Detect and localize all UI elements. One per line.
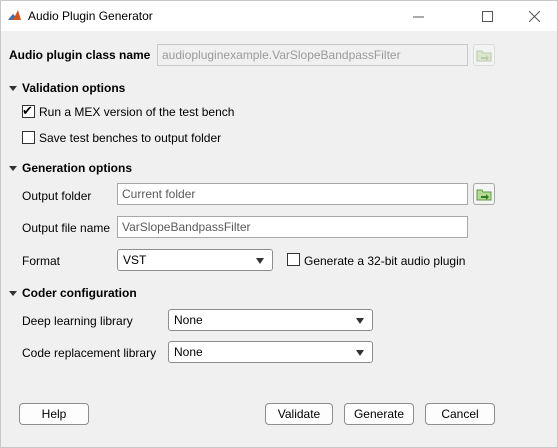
class-name-label: Audio plugin class name xyxy=(9,48,151,62)
audio-plugin-generator-window: Audio Plugin Generator Audio plugin clas… xyxy=(0,0,558,448)
save-test-bench-label[interactable]: Save test benches to output folder xyxy=(39,131,221,145)
folder-browse-icon xyxy=(476,50,492,62)
output-file-name-field[interactable]: VarSlopeBandpassFilter xyxy=(117,216,468,238)
dropdown-arrow-icon xyxy=(256,258,264,264)
format-label: Format xyxy=(22,254,61,268)
deep-learning-library-dropdown[interactable]: None xyxy=(168,309,373,331)
deep-learning-library-label: Deep learning library xyxy=(22,314,133,328)
generation-heading: Generation options xyxy=(22,161,133,175)
generation-collapse-icon[interactable] xyxy=(9,166,17,171)
title-bar: Audio Plugin Generator xyxy=(1,1,557,31)
dropdown-arrow-icon xyxy=(356,350,364,356)
output-folder-label: Output folder xyxy=(22,189,92,203)
output-folder-field[interactable]: Current folder xyxy=(117,183,468,205)
output-file-name-label: Output file name xyxy=(22,221,111,235)
folder-browse-icon xyxy=(476,189,492,201)
code-replacement-library-dropdown[interactable]: None xyxy=(168,341,373,363)
run-mex-label[interactable]: Run a MEX version of the test bench xyxy=(39,105,234,119)
close-icon xyxy=(528,10,540,22)
maximize-icon xyxy=(481,10,493,22)
matlab-logo-icon xyxy=(7,8,22,23)
validation-collapse-icon[interactable] xyxy=(9,86,17,91)
validation-heading: Validation options xyxy=(22,81,126,95)
minimize-button[interactable] xyxy=(395,1,441,31)
output-folder-browse-button[interactable] xyxy=(473,183,495,205)
checkmark-icon: ✔ xyxy=(22,103,33,118)
code-replacement-library-label: Code replacement library xyxy=(22,346,157,360)
format-dropdown-value: VST xyxy=(123,253,147,267)
minimize-icon xyxy=(412,16,424,17)
class-name-browse-button xyxy=(473,44,495,66)
run-mex-checkbox[interactable]: ✔ xyxy=(22,103,35,118)
help-button[interactable]: Help xyxy=(19,403,89,425)
window-title: Audio Plugin Generator xyxy=(28,9,153,23)
maximize-button[interactable] xyxy=(464,1,510,31)
close-button[interactable] xyxy=(511,1,557,31)
cancel-button[interactable]: Cancel xyxy=(425,403,495,425)
generate-32bit-label[interactable]: Generate a 32-bit audio plugin xyxy=(304,254,465,268)
dropdown-arrow-icon xyxy=(356,318,364,324)
coder-heading: Coder configuration xyxy=(22,286,137,300)
code-replacement-library-value: None xyxy=(174,345,203,359)
save-test-bench-checkbox[interactable] xyxy=(22,131,35,144)
coder-collapse-icon[interactable] xyxy=(9,291,17,296)
format-dropdown[interactable]: VST xyxy=(117,249,273,271)
validate-button[interactable]: Validate xyxy=(265,403,333,425)
generate-32bit-checkbox[interactable] xyxy=(287,253,300,266)
generate-button[interactable]: Generate xyxy=(344,403,414,425)
deep-learning-library-value: None xyxy=(174,313,203,327)
class-name-field: audiopluginexample.VarSlopeBandpassFilte… xyxy=(157,44,468,66)
